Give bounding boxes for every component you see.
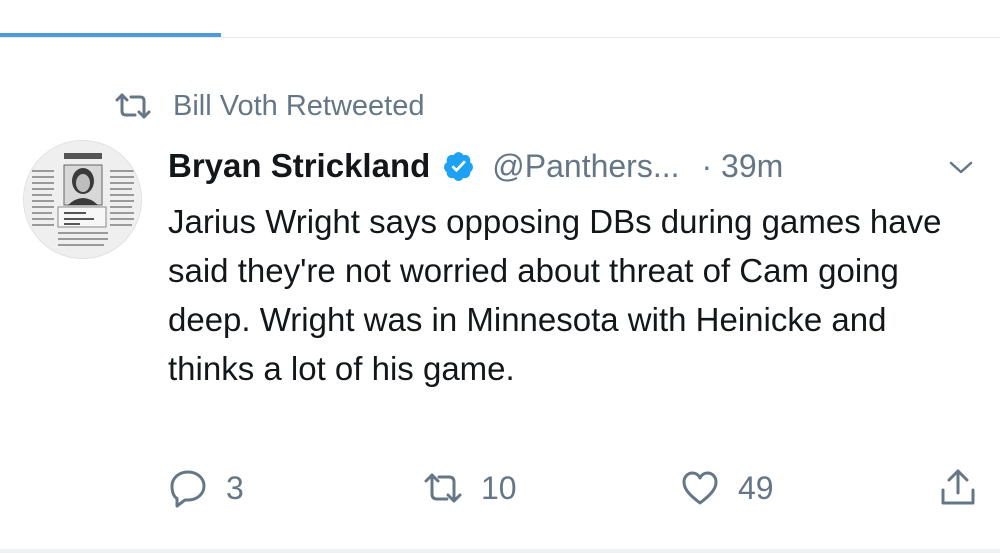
tweet-text: Jarius Wright says opposing DBs during g… [168, 203, 942, 387]
reply-button[interactable]: 3 [168, 466, 244, 510]
tweet-timestamp[interactable]: · 39m [702, 148, 784, 185]
author-name[interactable]: Bryan Strickland [168, 147, 430, 185]
author-handle[interactable]: @Panthers... [492, 148, 679, 185]
avatar[interactable] [23, 140, 142, 259]
reply-count: 3 [226, 469, 244, 506]
retweet-context[interactable]: Bill Voth Retweeted [113, 87, 424, 125]
tweet-header: Bryan Strickland @Panthers... · 39m [168, 142, 978, 190]
verified-badge-icon [444, 151, 474, 181]
tweet-actions: 3 10 49 [168, 466, 980, 510]
reply-icon [170, 470, 206, 508]
share-button[interactable] [938, 466, 978, 510]
like-count: 49 [738, 469, 774, 506]
like-button[interactable]: 49 [680, 466, 774, 510]
retweet-icon [115, 93, 151, 119]
retweet-button[interactable]: 10 [423, 466, 517, 510]
retweet-count: 10 [481, 469, 517, 506]
retweet-icon [424, 473, 462, 503]
divider [0, 37, 1000, 38]
retweet-context-text: Bill Voth Retweeted [173, 89, 425, 122]
heart-icon [682, 471, 718, 505]
chevron-down-icon[interactable] [946, 152, 976, 182]
share-icon [941, 469, 975, 505]
divider [0, 549, 1000, 553]
avatar-image [24, 141, 141, 258]
